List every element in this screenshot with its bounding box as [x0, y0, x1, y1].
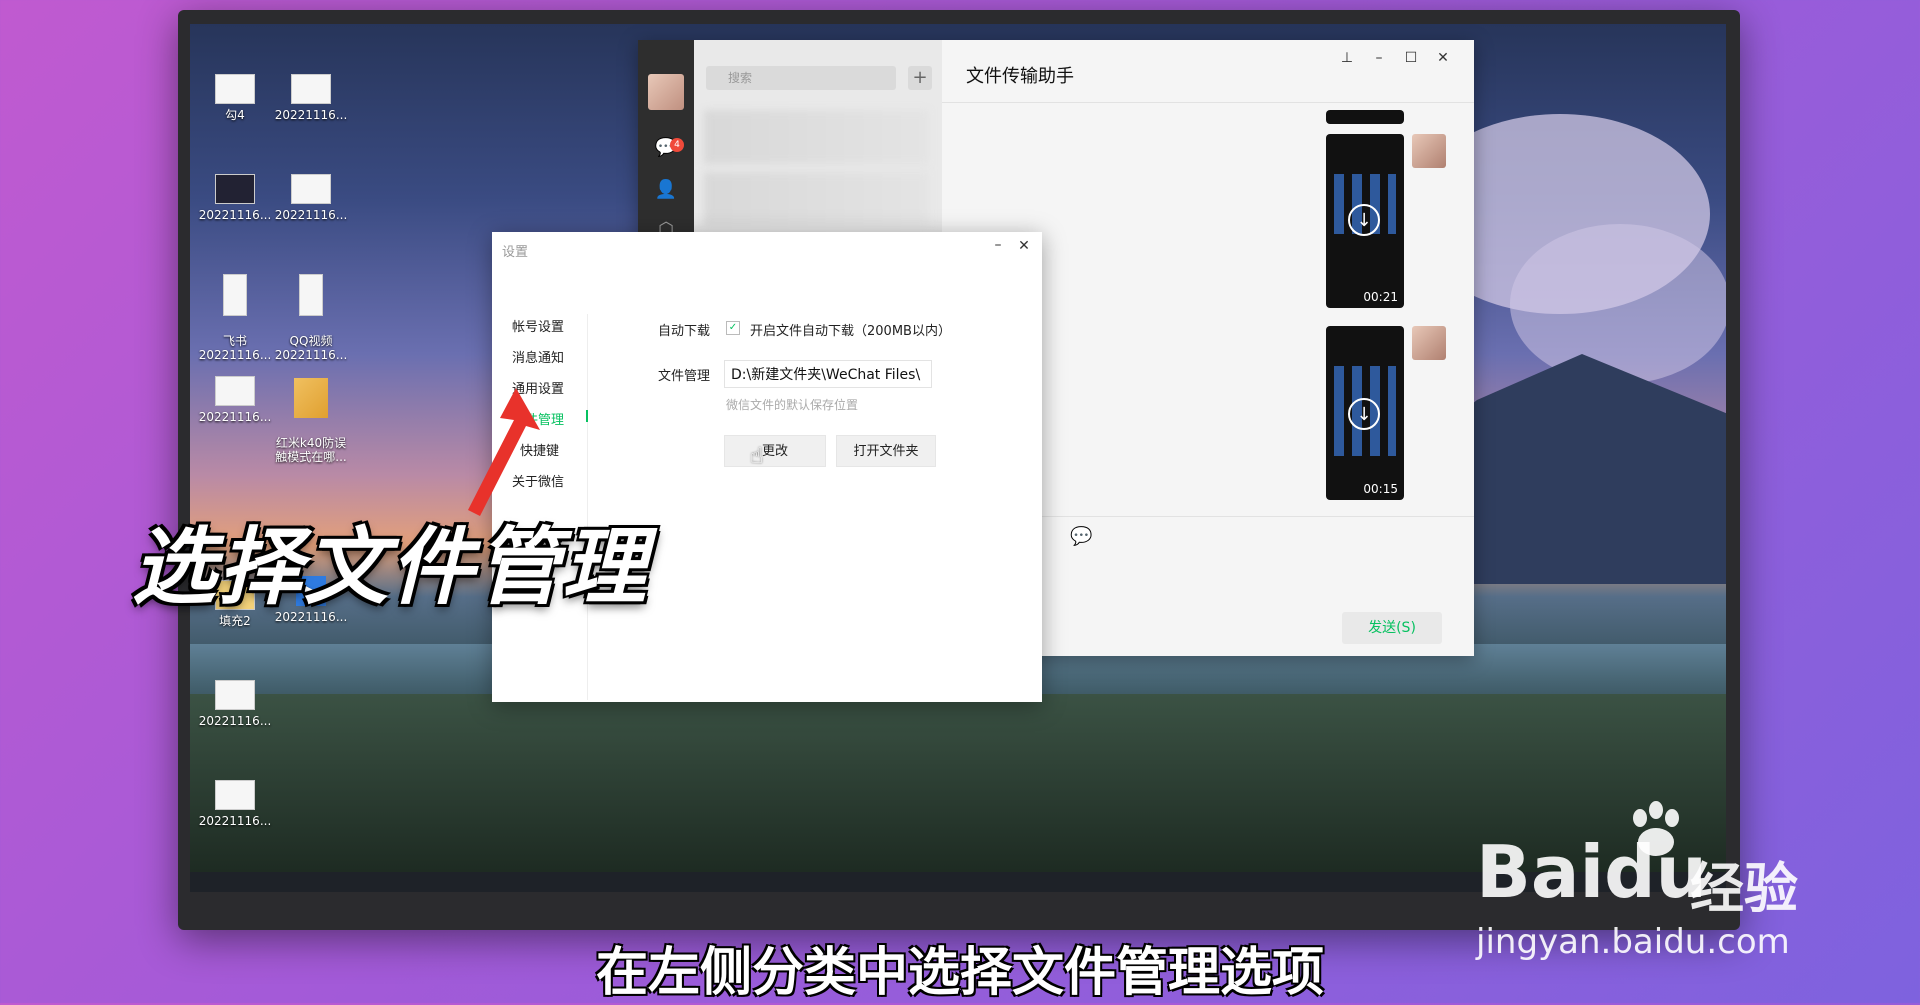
file-icon [215, 376, 255, 406]
mouse-cursor-icon: ☝ [750, 444, 764, 469]
desktop-icon[interactable]: 20221116... [270, 74, 352, 122]
folder-icon [294, 378, 328, 418]
video-duration: 00:21 [1363, 290, 1398, 304]
download-icon[interactable]: ↓ [1348, 398, 1380, 430]
baidu-watermark: Baidu 经验 jingyan.baidu.com [1476, 800, 1816, 962]
contacts-icon[interactable]: 👤 [654, 178, 678, 202]
send-button[interactable]: 发送(S) [1342, 612, 1442, 644]
nav-item-notifications[interactable]: 消息通知 [512, 347, 564, 366]
video-message[interactable]: ↓ 00:21 [1326, 134, 1404, 308]
desktop-icon[interactable]: 20221116... [194, 174, 276, 222]
list-item[interactable] [704, 172, 929, 226]
sender-avatar[interactable] [1412, 326, 1446, 360]
file-icon [291, 74, 331, 104]
sender-avatar[interactable] [1412, 134, 1446, 168]
document-icon [223, 274, 247, 316]
settings-dialog: 设置 – ✕ 帐号设置 消息通知 通用设置 文件管理 快捷键 关于微信 自动下载… [492, 232, 1042, 702]
desktop-screen: 勾4 20221116... 20221116... 20221116... 飞… [190, 24, 1726, 892]
desktop-icon[interactable]: QQ视频 20221116... [270, 260, 352, 376]
dialog-title: 设置 [502, 245, 529, 260]
file-icon [291, 174, 331, 204]
file-icon [215, 680, 255, 710]
comment-icon[interactable]: 💬 [1070, 526, 1092, 547]
user-avatar[interactable] [648, 74, 684, 110]
baidu-url-text: jingyan.baidu.com [1476, 922, 1790, 962]
file-management-label: 文件管理 [658, 369, 711, 384]
baidu-logo-text: Baidu [1476, 830, 1707, 914]
desktop-icon-label: 红米k40防误 触模式在哪... [275, 436, 347, 464]
minimize-button[interactable]: – [1368, 48, 1390, 68]
desktop-icon[interactable]: 20221116... [270, 174, 352, 222]
active-indicator [586, 410, 588, 422]
pin-icon[interactable]: ⊥ [1336, 48, 1358, 68]
download-icon[interactable]: ↓ [1348, 204, 1380, 236]
video-message[interactable] [1326, 110, 1404, 124]
cloud [1510, 224, 1726, 384]
document-icon [299, 274, 323, 316]
desktop-icon-label: 20221116... [198, 410, 272, 424]
instruction-caption: 选择文件管理 [132, 518, 649, 616]
desktop-icon-label: 勾4 [225, 108, 245, 122]
auto-download-checkbox[interactable]: ✓ [726, 321, 740, 335]
chat-title: 文件传输助手 [966, 66, 1074, 87]
monitor-frame: 勾4 20221116... 20221116... 20221116... 飞… [178, 10, 1740, 930]
desktop-icon-label: 20221116... [198, 714, 272, 728]
minimize-button[interactable]: – [988, 236, 1008, 256]
desktop-icon-label: QQ视频 20221116... [274, 334, 348, 362]
video-duration: 00:15 [1363, 482, 1398, 496]
file-icon [215, 780, 255, 810]
unread-badge: 4 [670, 138, 684, 152]
auto-download-option[interactable]: 开启文件自动下载（200MB以内） [750, 320, 951, 339]
close-button[interactable]: ✕ [1014, 236, 1034, 256]
desktop-icon-label: 20221116... [198, 814, 272, 828]
file-path-hint: 微信文件的默认保存位置 [726, 398, 859, 412]
open-folder-button[interactable]: 打开文件夹 [836, 435, 936, 467]
search-input[interactable]: 搜索 [706, 66, 896, 90]
desktop-icon[interactable]: 飞书 20221116... [194, 260, 276, 376]
desktop-icon[interactable]: 红米k40防误 触模式在哪... [270, 364, 352, 478]
desktop-icon[interactable]: 20221116... [194, 376, 276, 424]
desktop-icon-label: 20221116... [274, 208, 348, 222]
desktop-icon[interactable]: 20221116... [194, 680, 276, 728]
divider [942, 102, 1474, 103]
image-file-icon [215, 174, 255, 204]
desktop-icon[interactable]: 勾4 [194, 74, 276, 122]
baidu-jingyan-text: 经验 [1690, 857, 1798, 920]
file-path-field: D:\新建文件夹\WeChat Files\ [724, 360, 932, 388]
file-icon [215, 74, 255, 104]
close-button[interactable]: ✕ [1432, 48, 1454, 68]
list-item[interactable] [704, 110, 929, 164]
desktop-icon-label: 20221116... [274, 108, 348, 122]
desktop-icon-label: 飞书 20221116... [198, 334, 272, 362]
add-chat-button[interactable]: + [908, 66, 932, 90]
auto-download-label: 自动下载 [658, 324, 711, 339]
desktop-icon-label: 20221116... [198, 208, 272, 222]
arrow-shape [468, 388, 540, 516]
maximize-button[interactable]: ☐ [1400, 48, 1422, 68]
nav-item-account[interactable]: 帐号设置 [512, 316, 564, 335]
change-button[interactable]: 更改 [724, 435, 826, 467]
desktop-icon[interactable]: 20221116... [194, 780, 276, 828]
video-message[interactable]: ↓ 00:15 [1326, 326, 1404, 500]
